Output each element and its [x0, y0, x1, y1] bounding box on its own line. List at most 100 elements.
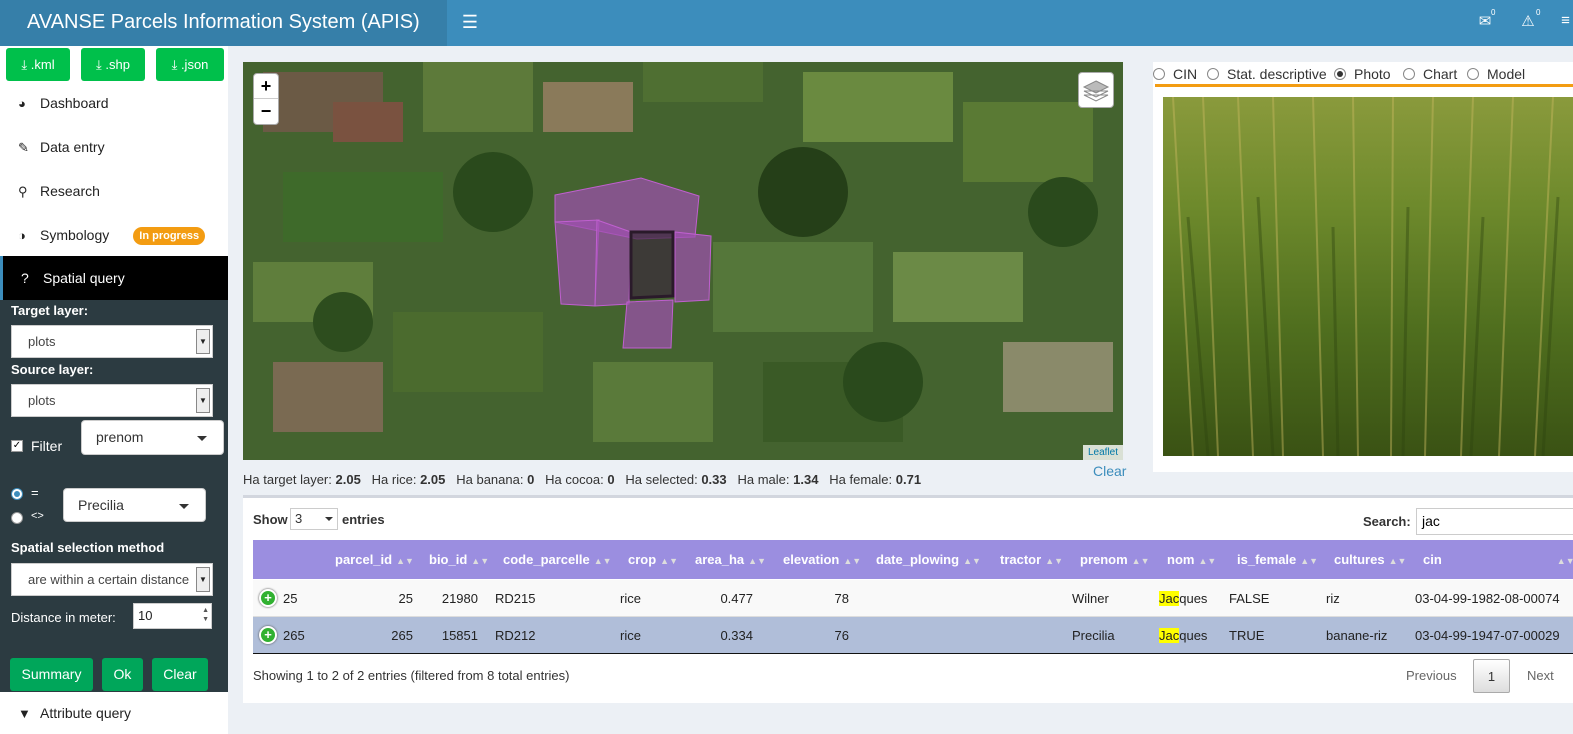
sidebar-item-dashboard[interactable]: ◕ Dashboard [0, 81, 228, 125]
page-1-button[interactable]: 1 [1473, 659, 1510, 693]
stat-value: 0.33 [701, 472, 727, 487]
tab-cin-radio[interactable] [1153, 68, 1165, 80]
col-cultures[interactable]: cultures ▲▼ [1334, 552, 1406, 567]
tab-cin[interactable]: CIN [1173, 66, 1197, 82]
app-title[interactable]: AVANSE Parcels Information System (APIS) [0, 0, 447, 46]
filter-value-text: Precilia [78, 497, 124, 513]
op-equal-label: = [31, 485, 39, 500]
chevron-down-icon[interactable]: ▼ [196, 388, 210, 413]
op-equal-radio[interactable] [11, 488, 23, 500]
col-label: is_female [1237, 552, 1297, 567]
col-date-plowing[interactable]: date_plowing ▲▼ [876, 552, 981, 567]
col-prenom[interactable]: prenom ▲▼ [1080, 552, 1150, 567]
warning-icon[interactable]: ⚠ [1518, 12, 1538, 32]
table-row-selected[interactable]: + 265 265 15851 RD212 rice 0.334 76 Prec… [253, 617, 1573, 654]
filter-label: Filter [31, 438, 63, 454]
data-entry-label: Data entry [40, 139, 105, 155]
tab-chart-radio[interactable] [1403, 68, 1415, 80]
download-shp-button[interactable]: ⤓ .shp [81, 48, 145, 81]
target-layer-value: plots [28, 334, 56, 349]
sort-icon: ▲▼ [963, 556, 981, 566]
summary-button[interactable]: Summary [10, 658, 93, 691]
col-bio-id[interactable]: bio_id ▲▼ [429, 552, 489, 567]
table-row[interactable]: + 25 25 21980 RD215 rice 0.477 78 Wilner… [253, 580, 1573, 617]
col-tractor[interactable]: tractor ▲▼ [1000, 552, 1063, 567]
col-parcel-id[interactable]: parcel_id ▲▼ [335, 552, 414, 567]
filter-value-select[interactable]: Precilia [63, 488, 206, 522]
distance-input[interactable]: 10 ▲ ▼ [133, 603, 212, 629]
tab-photo[interactable]: Photo [1354, 66, 1391, 82]
source-layer-label: Source layer: [11, 362, 94, 377]
tab-model-radio[interactable] [1467, 68, 1479, 80]
tab-stat-descriptive[interactable]: Stat. descriptive [1227, 66, 1327, 82]
edit-icon: ✎ [18, 140, 29, 155]
col-crop[interactable]: crop ▲▼ [628, 552, 678, 567]
stat-value: 2.05 [420, 472, 446, 487]
download-json-button[interactable]: ⤓ .json [156, 48, 224, 81]
previous-button[interactable]: Previous [1406, 659, 1457, 693]
caret-down-icon [197, 436, 207, 441]
dashboard-icon: ◕ [18, 96, 26, 111]
stat-label: Ha cocoa: [545, 472, 604, 487]
chevron-down-icon[interactable]: ▼ [196, 567, 210, 592]
list-icon[interactable]: ≡ [1558, 12, 1573, 32]
col-label: elevation [783, 552, 840, 567]
col-elevation[interactable]: elevation ▲▼ [783, 552, 861, 567]
hamburger-icon[interactable]: ☰ [460, 0, 480, 46]
caret-down-icon [179, 504, 189, 509]
method-select[interactable]: are within a certain distance ▼ [11, 563, 213, 596]
col-is-female[interactable]: is_female ▲▼ [1237, 552, 1318, 567]
research-label: Research [40, 183, 100, 199]
leaflet-attribution[interactable]: Leaflet [1083, 445, 1123, 460]
source-layer-value: plots [28, 393, 56, 408]
map-view[interactable] [243, 62, 1123, 460]
filter-icon: ▼ [18, 706, 31, 721]
sidebar-item-research[interactable]: ⚲ Research [0, 169, 228, 213]
col-code-parcelle[interactable]: code_parcelle ▲▼ [503, 552, 612, 567]
zoom-out-button[interactable]: − [254, 99, 278, 124]
stat-label: Ha target layer: [243, 472, 332, 487]
col-area-ha[interactable]: area_ha ▲▼ [695, 552, 766, 567]
op-not-equal-radio[interactable] [11, 512, 23, 524]
expand-row-icon[interactable]: + [259, 626, 277, 644]
tab-model[interactable]: Model [1487, 66, 1525, 82]
sort-icon: ▲▼ [471, 556, 490, 566]
chevron-down-icon[interactable]: ▼ [196, 329, 210, 354]
dashboard-label: Dashboard [40, 95, 109, 111]
op-not-equal-label: <> [31, 510, 44, 522]
page-length-select[interactable]: 3 [290, 508, 338, 530]
tab-stat-radio[interactable] [1207, 68, 1219, 80]
target-layer-label: Target layer: [11, 303, 89, 318]
next-button[interactable]: Next [1527, 659, 1554, 693]
source-layer-select[interactable]: plots ▼ [11, 384, 213, 417]
filter-checkbox[interactable]: ✓ [11, 440, 23, 452]
notif-badge: 0 [1491, 8, 1496, 17]
download-kml-button[interactable]: ⤓ .kml [6, 48, 70, 81]
col-label: code_parcelle [503, 552, 590, 567]
layers-icon[interactable] [1078, 72, 1114, 108]
panel-tabs: CIN Stat. descriptive Photo Chart Model [1153, 66, 1573, 84]
sidebar-item-symbology[interactable]: ◑ Symbology In progress [0, 213, 228, 257]
col-label: prenom [1080, 552, 1128, 567]
tab-photo-radio[interactable] [1334, 68, 1346, 80]
col-label: crop [628, 552, 657, 567]
col-label: cultures [1334, 552, 1385, 567]
spinner-icon[interactable]: ▲ ▼ [202, 606, 209, 624]
col-nom[interactable]: nom ▲▼ [1167, 552, 1216, 567]
col-cin[interactable]: cin ▲▼ [1423, 552, 1573, 567]
sidebar-item-spatial-query[interactable]: ? Spatial query [0, 256, 228, 300]
page-length-value: 3 [295, 511, 303, 526]
search-input[interactable]: jac [1416, 508, 1573, 535]
target-layer-select[interactable]: plots ▼ [11, 325, 213, 358]
sidebar-item-data-entry[interactable]: ✎ Data entry [0, 125, 228, 169]
ok-button[interactable]: Ok [102, 658, 143, 691]
expand-row-icon[interactable]: + [259, 589, 277, 607]
zoom-in-button[interactable]: + [254, 74, 278, 99]
clear-button[interactable]: Clear [152, 658, 208, 691]
filter-field-select[interactable]: prenom [81, 420, 224, 455]
alert-badge: 0 [1536, 8, 1541, 17]
table-header: parcel_id ▲▼ bio_id ▲▼ code_parcelle ▲▼ cro… [253, 540, 1573, 579]
tab-chart[interactable]: Chart [1423, 66, 1457, 82]
sidebar-item-attribute-query[interactable]: ▼ Attribute query [0, 692, 228, 734]
cell-cultures: riz [1326, 591, 1340, 606]
